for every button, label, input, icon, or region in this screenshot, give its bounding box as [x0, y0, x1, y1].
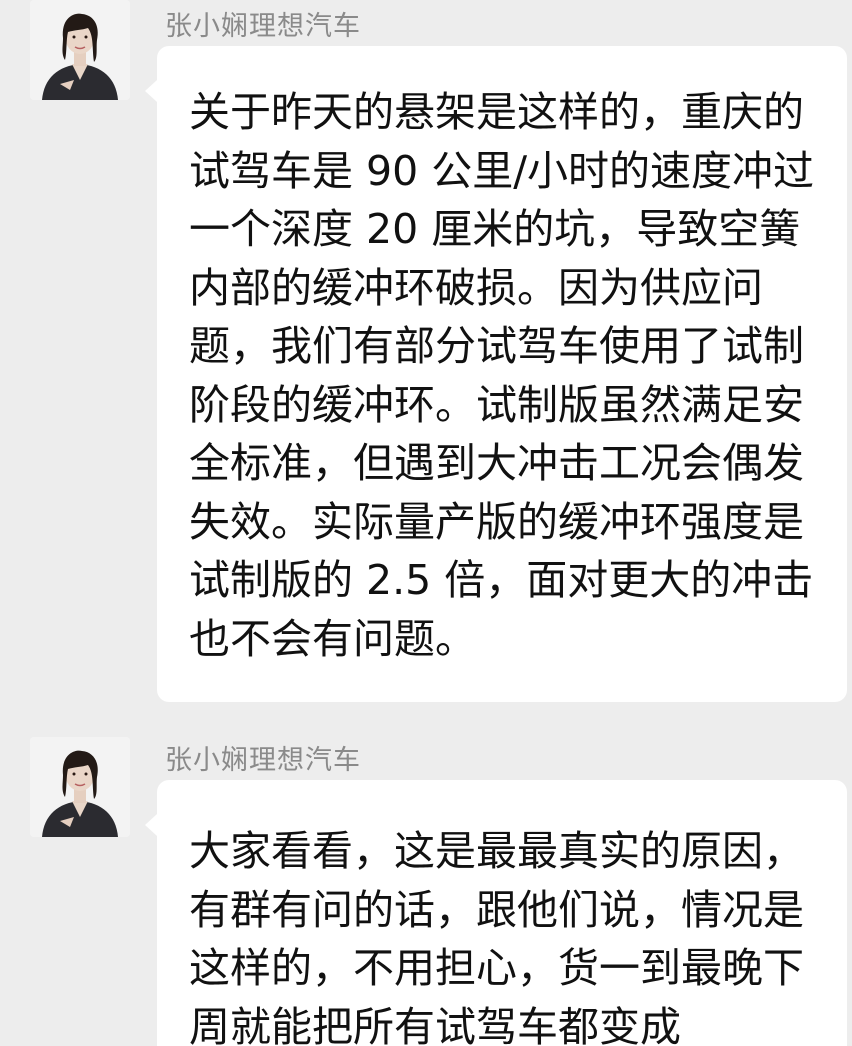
person-portrait-icon	[30, 0, 130, 100]
message-line: 关于昨天的悬架是这样的，重庆的	[189, 88, 804, 136]
message-bubble[interactable]: 关于昨天的悬架是这样的，重庆的 试驾车是 90 公里/小时的速度冲过 一个深度 …	[145, 46, 847, 702]
avatar[interactable]	[30, 737, 130, 837]
message-line: 有群有问的话，跟他们说，情况是	[189, 885, 804, 934]
sender-name: 张小娴理想汽车	[165, 745, 361, 776]
message-line: 也不会有问题。	[189, 614, 476, 663]
message-line: 周就能把所有试驾车都变成	[189, 1002, 681, 1046]
message-line: 试制版的 2.5 倍，面对更大的冲击	[189, 556, 814, 604]
chat-message: 张小娴理想汽车 大家看看，这是最最真实的原因， 有群有问的话，跟他们说，情况是 …	[0, 720, 852, 1046]
chat-window: 张小娴理想汽车 关于昨天的悬架是这样的，重庆的 试驾车是 90 公里/小时的速度…	[0, 0, 852, 1046]
message-line: 这样的，不用担心，货一到最晚下	[189, 944, 804, 992]
person-portrait-icon	[30, 737, 130, 837]
message-line: 一个深度 20 厘米的坑，导致空簧	[189, 205, 801, 253]
message-line: 全标准，但遇到大冲击工况会偶发	[189, 439, 804, 487]
message-line: 大家看看，这是最最真实的原因，	[189, 827, 804, 875]
message-line: 题，我们有部分试驾车使用了试制	[189, 322, 804, 370]
message-line: 内部的缓冲环破损。因为供应问	[189, 263, 763, 312]
avatar[interactable]	[30, 0, 130, 100]
sender-name: 张小娴理想汽车	[165, 11, 361, 42]
message-line: 阶段的缓冲环。试制版虽然满足安	[189, 380, 804, 429]
message-line: 试驾车是 90 公里/小时的速度冲过	[189, 146, 815, 195]
message-bubble[interactable]: 大家看看，这是最最真实的原因， 有群有问的话，跟他们说，情况是 这样的，不用担心…	[145, 780, 847, 1046]
chat-message: 张小娴理想汽车 关于昨天的悬架是这样的，重庆的 试驾车是 90 公里/小时的速度…	[0, 0, 852, 720]
message-line: 失效。实际量产版的缓冲环强度是	[189, 497, 804, 546]
